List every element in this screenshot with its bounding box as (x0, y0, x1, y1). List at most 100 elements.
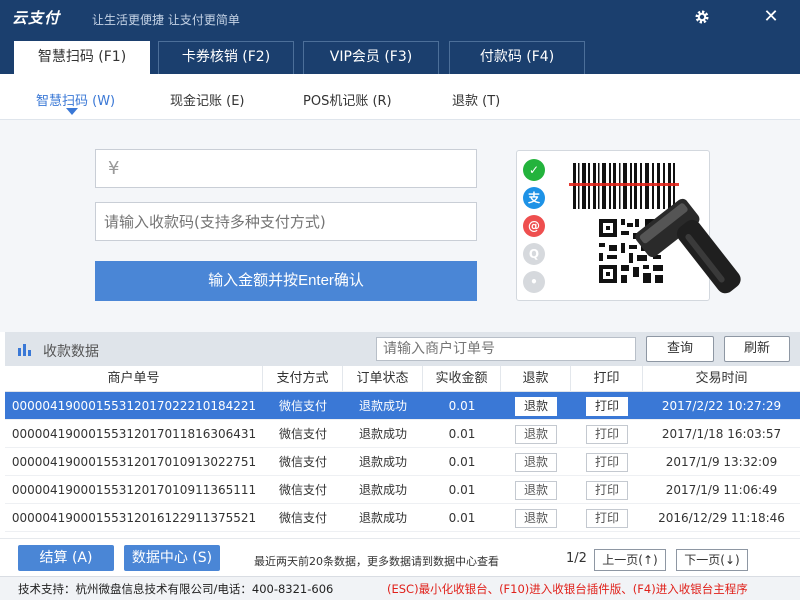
qq-wallet-icon: Q (523, 243, 545, 265)
cell-pay-method: 微信支付 (278, 511, 327, 525)
subtab-refund[interactable]: 退款 (T) (452, 90, 500, 109)
row-refund-button[interactable]: 退款 (515, 481, 557, 500)
row-print-button[interactable]: 打印 (586, 425, 628, 444)
table-row[interactable]: 00000419000155312017010913022751 微信支付 退款成功… (5, 448, 800, 476)
cell-order-status: 退款成功 (358, 511, 407, 525)
cell-pay-method: 微信支付 (278, 399, 327, 413)
tab-pay-code[interactable]: 付款码 (F4) (449, 41, 585, 74)
cell-amount: 0.01 (448, 511, 476, 525)
pay-method-icons: ✓ 支 @ Q • (523, 159, 547, 299)
bottom-bar: 结算 (A) 数据中心 (S) 最近两天前20条数据，更多数据请到数据中心查看 … (0, 538, 800, 576)
row-refund-button[interactable]: 退款 (515, 425, 557, 444)
row-print-button[interactable]: 打印 (586, 481, 628, 500)
bar-chart-icon (18, 344, 31, 356)
main-tab-bar: 智慧扫码 (F1) 卡券核销 (F2) VIP会员 (F3) 付款码 (F4) (0, 36, 800, 74)
tab-coupon-verify[interactable]: 卡券核销 (F2) (158, 41, 294, 74)
order-search-input[interactable] (377, 338, 635, 360)
cell-trade-time: 2016/12/29 11:18:46 (658, 511, 785, 525)
settings-gear-icon[interactable] (691, 6, 713, 28)
barcode-scanner-icon (569, 163, 741, 294)
col-pay-method: 支付方式 (263, 366, 343, 392)
col-print: 打印 (571, 366, 643, 392)
close-icon[interactable]: ✕ (760, 6, 782, 28)
table-row[interactable]: 000004190001553120170222101842​21 微信支付 退款成… (5, 392, 800, 420)
tab-vip-member[interactable]: VIP会员 (F3) (303, 41, 439, 74)
cell-order-status: 退款成功 (358, 455, 407, 469)
refresh-button[interactable]: 刷新 (724, 336, 790, 362)
query-button[interactable]: 查询 (646, 336, 714, 362)
prev-page-button[interactable]: 上一页(↑) (594, 549, 666, 571)
cell-order-no: 00000419000155312016122911375521 (11, 511, 257, 525)
table-row[interactable]: 00000419000155312017010911365111 微信支付 退款成功… (5, 476, 800, 504)
hotkey-hint-text: (ESC)最小化收银台、(F10)进入收银台插件版、(F4)进入收银台主程序 (387, 582, 748, 596)
cell-order-status: 退款成功 (358, 427, 407, 441)
data-center-button[interactable]: 数据中心 (S) (124, 545, 220, 571)
data-notice: 最近两天前20条数据，更多数据请到数据中心查看 (254, 555, 499, 568)
tab-smart-scan[interactable]: 智慧扫码 (F1) (14, 41, 150, 74)
app-logo: 云支付 (12, 9, 61, 27)
confirm-amount-button[interactable]: 输入金额并按Enter确认 (95, 261, 477, 301)
table-row[interactable]: 00000419000155312016122911375521 微信支付 退款成功… (5, 504, 800, 532)
cell-trade-time: 2017/2/22 10:27:29 (661, 399, 782, 413)
cell-pay-method: 微信支付 (278, 483, 327, 497)
cell-order-no: 000004190001553120170222101842​21 (11, 399, 257, 413)
cell-refund: 退款 (501, 392, 571, 420)
cell-print: 打印 (571, 420, 643, 448)
amount-field[interactable]: ¥ (95, 149, 477, 188)
subtab-smart-scan[interactable]: 智慧扫码 (W) (36, 90, 115, 109)
col-amount: 实收金额 (423, 366, 501, 392)
row-print-button[interactable]: 打印 (586, 397, 628, 416)
order-search-field[interactable] (376, 337, 636, 361)
cell-pay-method: 微信支付 (278, 427, 327, 441)
cell-order-no: 00000419000155312017010911365111 (11, 483, 257, 497)
cell-order-status: 退款成功 (358, 483, 407, 497)
data-section-title: 收款数据 (43, 344, 99, 360)
cell-order-no: 00000419000155312017010913022751 (11, 455, 257, 469)
data-section-header: 收款数据 查询 刷新 (5, 332, 800, 366)
title-bar: 云支付 让生活更便捷 让支付更简单 ✕ (0, 0, 800, 36)
pay-code-input[interactable] (96, 203, 476, 240)
row-print-button[interactable]: 打印 (586, 509, 628, 528)
cell-pay-method: 微信支付 (278, 455, 327, 469)
sub-tab-bar: 智慧扫码 (W) 现金记账 (E) POS机记账 (R) 退款 (T) (0, 74, 800, 120)
row-refund-button[interactable]: 退款 (515, 397, 557, 416)
next-page-button[interactable]: 下一页(↓) (676, 549, 748, 571)
wechat-pay-icon: ✓ (523, 159, 545, 181)
page-indicator: 1/2 (566, 551, 587, 566)
row-print-button[interactable]: 打印 (586, 453, 628, 472)
cell-trade-time: 2017/1/9 13:32:09 (665, 455, 778, 469)
cell-refund: 退款 (501, 504, 571, 532)
col-order-no: 商户单号 (5, 366, 263, 392)
scanner-illustration: ✓ 支 @ Q • (516, 150, 741, 301)
cell-amount: 0.01 (448, 399, 476, 413)
table-row[interactable]: 00000419000155312017011816306431 微信支付 退款成功… (5, 420, 800, 448)
col-refund: 退款 (501, 366, 571, 392)
settle-button[interactable]: 结算 (A) (18, 545, 114, 571)
other-pay-icon: • (523, 271, 545, 293)
cell-order-status: 退款成功 (358, 399, 407, 413)
status-footer: 技术支持：杭州微盘信息技术有限公司/电话：400-8321-606 (ESC)最… (0, 576, 800, 600)
app-slogan: 让生活更便捷 让支付更简单 (92, 13, 240, 27)
cell-amount: 0.01 (448, 427, 476, 441)
union-icon: @ (523, 215, 545, 237)
cell-print: 打印 (571, 448, 643, 476)
col-order-status: 订单状态 (343, 366, 423, 392)
cell-amount: 0.01 (448, 483, 476, 497)
row-refund-button[interactable]: 退款 (515, 453, 557, 472)
subtab-pos-record[interactable]: POS机记账 (R) (303, 90, 392, 109)
alipay-icon: 支 (523, 187, 545, 209)
col-trade-time: 交易时间 (695, 371, 748, 386)
row-refund-button[interactable]: 退款 (515, 509, 557, 528)
tech-support-text: 技术支持：杭州微盘信息技术有限公司/电话：400-8321-606 (18, 582, 334, 596)
cell-trade-time: 2017/1/18 16:03:57 (661, 427, 782, 441)
table-header: 商户单号 支付方式 订单状态 实收金额 退款 打印 交易时间 (5, 366, 800, 392)
cell-print: 打印 (571, 392, 643, 420)
active-subtab-caret-icon (66, 108, 78, 115)
cell-print: 打印 (571, 476, 643, 504)
pay-code-field[interactable] (95, 202, 477, 241)
cell-trade-time: 2017/1/9 11:06:49 (665, 483, 778, 497)
cell-order-no: 00000419000155312017011816306431 (11, 427, 257, 441)
subtab-cash-record[interactable]: 现金记账 (E) (170, 90, 245, 109)
cell-refund: 退款 (501, 448, 571, 476)
amount-input[interactable] (96, 150, 476, 187)
